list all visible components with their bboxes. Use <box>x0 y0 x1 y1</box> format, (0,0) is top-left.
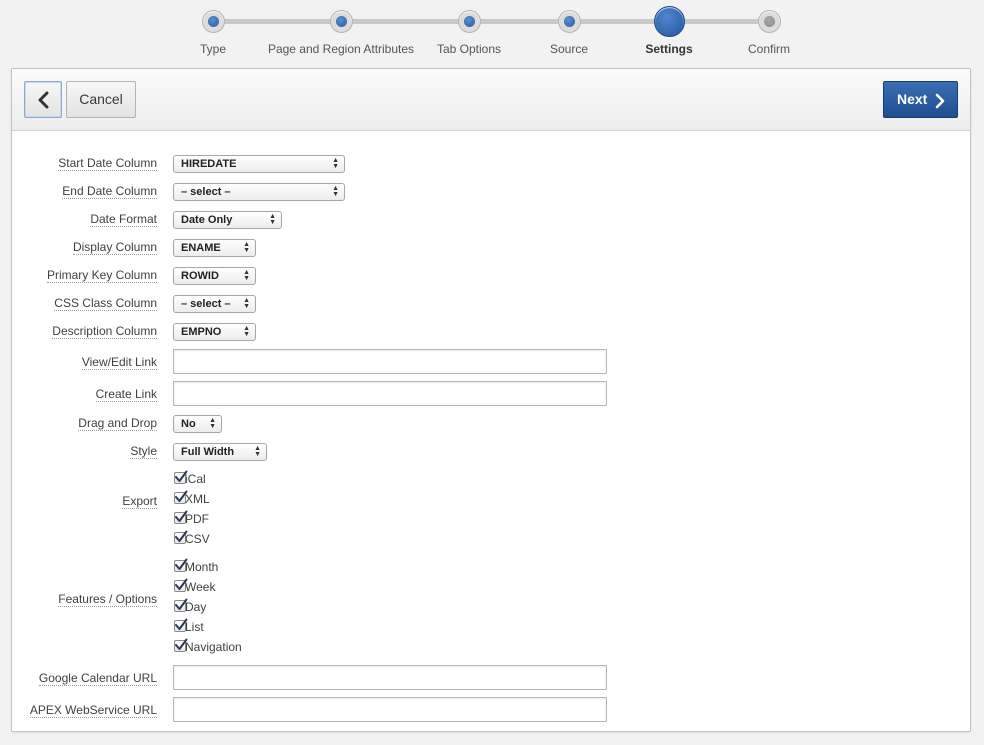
create-link-input[interactable] <box>173 381 607 406</box>
select-arrows-icon: ▲ ▼ <box>254 445 261 458</box>
drag-drop-label: Drag and Drop <box>78 416 157 431</box>
checkbox-label: Navigation <box>185 640 242 654</box>
select-arrows-icon: ▲ ▼ <box>332 157 339 170</box>
css-class-label: CSS Class Column <box>54 296 157 311</box>
primary-key-value: ROWID <box>181 270 219 282</box>
checkbox-label: Day <box>185 600 207 614</box>
date-format-label: Date Format <box>90 212 157 227</box>
google-calendar-url-label: Google Calendar URL <box>38 671 157 686</box>
checkbox-label: XML <box>185 492 210 506</box>
step-dot-icon <box>457 10 481 33</box>
features-label: Features / Options <box>58 592 157 607</box>
checkbox-label: PDF <box>185 512 209 526</box>
select-arrows-icon: ▲ ▼ <box>269 213 276 226</box>
style-label: Style <box>130 444 157 459</box>
start-date-label: Start Date Column <box>58 156 157 171</box>
export-label: Export <box>122 494 157 509</box>
select-arrows-icon: ▲ ▼ <box>243 241 250 254</box>
description-value: EMPNO <box>181 326 222 338</box>
chevron-left-icon <box>38 91 49 109</box>
end-date-label: End Date Column <box>62 184 157 199</box>
next-button[interactable]: Next <box>883 81 958 118</box>
display-column-label: Display Column <box>72 240 157 255</box>
checkbox-label: iCal <box>185 472 206 486</box>
next-button-label: Next <box>897 91 928 107</box>
google-calendar-url-input[interactable] <box>173 665 607 690</box>
wizard-step-label: Confirm <box>747 42 790 56</box>
checkbox-label: CSV <box>185 532 210 546</box>
drag-drop-select[interactable]: No ▲ ▼ <box>173 415 222 433</box>
select-arrows-icon: ▲ ▼ <box>243 269 250 282</box>
step-dot-icon <box>557 10 581 33</box>
step-dot-icon <box>329 10 353 33</box>
chevron-right-icon <box>935 93 945 109</box>
step-dot-current-icon <box>653 6 685 37</box>
display-column-value: ENAME <box>181 242 221 254</box>
button-bar: Cancel Next <box>12 69 970 131</box>
css-class-select[interactable]: – select – ▲ ▼ <box>173 295 256 313</box>
apex-webservice-url-input[interactable] <box>173 697 607 722</box>
display-column-select[interactable]: ENAME ▲ ▼ <box>173 239 256 257</box>
cancel-button[interactable]: Cancel <box>66 81 136 118</box>
start-date-value: HIREDATE <box>181 158 237 170</box>
drag-drop-value: No <box>181 418 196 430</box>
view-edit-link-input[interactable] <box>173 349 607 374</box>
date-format-select[interactable]: Date Only ▲ ▼ <box>173 211 282 229</box>
step-dot-icon <box>201 10 225 33</box>
end-date-select[interactable]: – select – ▲ ▼ <box>173 183 345 201</box>
select-arrows-icon: ▲ ▼ <box>209 417 216 430</box>
checkbox-label: List <box>185 620 204 634</box>
view-edit-link-label: View/Edit Link <box>81 355 157 370</box>
step-dot-icon <box>757 10 781 33</box>
primary-key-label: Primary Key Column <box>46 268 157 283</box>
start-date-select[interactable]: HIREDATE ▲ ▼ <box>173 155 345 173</box>
style-select[interactable]: Full Width ▲ ▼ <box>173 443 267 461</box>
checkbox-label: Month <box>185 560 219 574</box>
create-link-label: Create Link <box>95 387 157 402</box>
wizard-progress: Type Page and Region Attributes Tab Opti… <box>0 0 984 66</box>
select-arrows-icon: ▲ ▼ <box>332 185 339 198</box>
wizard-panel: Cancel Next Start Date Column HIREDATE ▲… <box>11 68 971 732</box>
description-select[interactable]: EMPNO ▲ ▼ <box>173 323 256 341</box>
select-arrows-icon: ▲ ▼ <box>243 325 250 338</box>
primary-key-select[interactable]: ROWID ▲ ▼ <box>173 267 256 285</box>
apex-webservice-url-label: APEX WebService URL <box>29 703 157 718</box>
description-label: Description Column <box>52 324 157 339</box>
select-arrows-icon: ▲ ▼ <box>243 297 250 310</box>
wizard-track <box>213 19 769 24</box>
settings-form: Start Date Column HIREDATE ▲ ▼ End Date C… <box>12 131 970 731</box>
back-button[interactable] <box>24 81 62 118</box>
style-value: Full Width <box>181 446 235 458</box>
date-format-value: Date Only <box>181 214 233 226</box>
checkbox-label: Week <box>185 580 216 594</box>
css-class-value: – select – <box>181 298 231 310</box>
end-date-value: – select – <box>181 186 231 198</box>
